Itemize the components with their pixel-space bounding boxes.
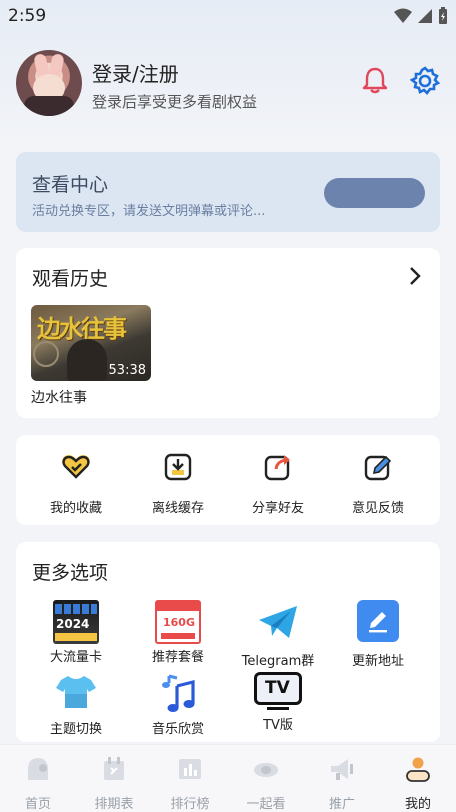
option-tv-label: TV版 [263,718,293,733]
option-telegram-label: Telegram群 [241,654,315,669]
feedback-button[interactable]: 意见反馈 [328,451,428,516]
quick-actions-card: 我的收藏 离线缓存 分享好友 意见反馈 [16,435,440,525]
share-icon [264,455,290,481]
status-icons [394,7,448,25]
plan-badge: 160G [163,616,195,629]
user-icon [406,757,430,782]
login-subtitle: 登录后享受更多看剧权益 [92,93,258,111]
tab-promote-label: 推广 [328,797,355,812]
more-options-title: 更多选项 [32,562,109,584]
view-center-card[interactable]: 查看中心 活动兑换专区，请发送文明弹幕或评论... [16,152,440,232]
data-card-badge: 2024 [56,617,90,631]
offline-cache-button[interactable]: 离线缓存 [128,451,228,516]
offline-cache-label: 离线缓存 [151,501,204,516]
tab-promote[interactable]: 推广 [304,755,380,812]
heart-icon [62,455,90,479]
download-icon [164,453,192,481]
tab-home-label: 首页 [24,797,51,812]
tv-badge: TV [265,678,290,698]
chevron-right-icon[interactable] [408,266,422,286]
tab-watch-together[interactable]: 一起看 [228,755,304,812]
favorites-label: 我的收藏 [49,501,102,516]
tab-schedule[interactable]: 排期表 [76,755,152,812]
option-tv[interactable]: TV TV版 [228,672,328,733]
history-duration: 53:38 [108,363,146,378]
option-theme-switch-label: 主题切换 [49,722,102,737]
tab-schedule-label: 排期表 [94,797,134,812]
share-button[interactable]: 分享好友 [228,451,328,516]
option-data-card[interactable]: 2024 大流量卡 [26,600,126,665]
music-icon [162,674,195,712]
option-music-label: 音乐欣赏 [151,722,204,737]
watch-history-title: 观看历史 [32,268,109,290]
favorites-button[interactable]: 我的收藏 [26,451,126,516]
view-center-subtitle: 活动兑换专区，请发送文明弹幕或评论... [32,204,266,219]
view-center-button[interactable] [324,178,425,208]
feedback-icon [364,455,392,481]
tab-ranking[interactable]: 排行榜 [152,755,228,812]
wifi-icon [394,8,412,23]
telegram-icon [259,606,297,638]
more-options-card: 更多选项 2024 大流量卡 160G 推荐套餐 Telegram群 更新地址 [16,542,440,742]
tv-icon: TV [253,672,303,712]
option-data-card-label: 大流量卡 [49,650,102,665]
tab-watch-together-label: 一起看 [246,797,286,812]
option-music[interactable]: 音乐欣赏 [128,672,228,737]
login-register-link[interactable]: 登录/注册 [92,58,179,87]
tab-mine[interactable]: 我的 [380,755,456,812]
option-recommended-plan[interactable]: 160G 推荐套餐 [128,600,228,665]
avatar[interactable] [16,50,82,116]
tab-mine-label: 我的 [404,797,431,812]
history-thumbnail[interactable]: 边水往事 53:38 [31,305,151,381]
calendar-icon [104,757,124,780]
tab-ranking-label: 排行榜 [170,797,210,812]
tshirt-icon [56,676,96,708]
history-item-label[interactable]: 边水往事 [31,387,87,407]
option-recommended-plan-label: 推荐套餐 [151,650,204,665]
feedback-label: 意见反馈 [351,501,404,516]
status-bar: 2:59 [0,0,456,34]
profile-header: 登录/注册 登录后享受更多看剧权益 [16,50,440,118]
option-update-address[interactable]: 更新地址 [328,600,428,669]
option-telegram[interactable]: Telegram群 [228,600,328,669]
watch-history-card: 观看历史 边水往事 53:38 边水往事 [16,248,440,418]
option-theme-switch[interactable]: 主题切换 [26,672,126,737]
home-icon [28,758,48,780]
megaphone-icon [331,759,353,780]
battery-icon [439,7,447,24]
signal-icon [418,9,432,23]
status-time: 2:59 [8,6,47,26]
eye-icon [254,763,278,777]
data-card-icon: 2024 [53,600,99,644]
share-label: 分享好友 [251,501,304,516]
tab-home[interactable]: 首页 [0,755,76,812]
edit-icon [357,600,399,642]
bell-icon[interactable] [362,66,388,94]
view-center-title: 查看中心 [32,174,109,196]
bottom-tab-bar: 首页 排期表 排行榜 一起看 推广 我的 [0,744,456,812]
option-update-address-label: 更新地址 [351,654,404,669]
chart-icon [179,759,201,779]
plan-icon: 160G [155,600,201,644]
gear-icon[interactable] [410,66,440,96]
